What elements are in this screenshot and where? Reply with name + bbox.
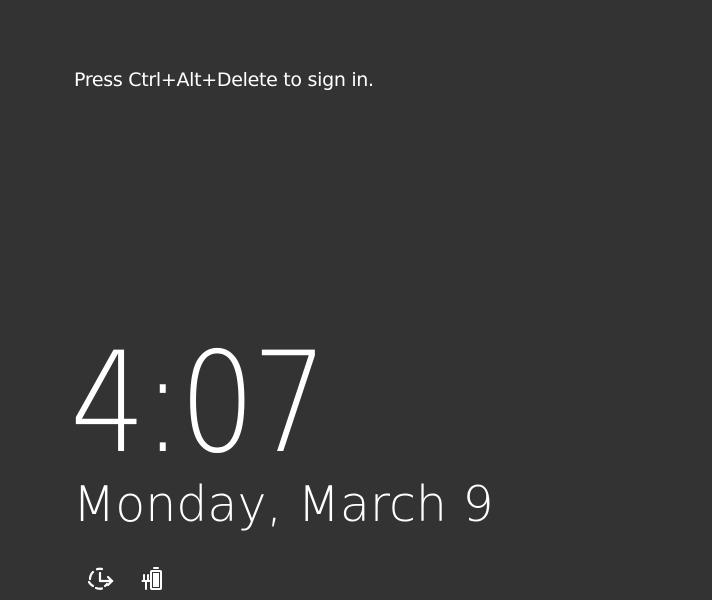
- sign-in-hint: Press Ctrl+Alt+Delete to sign in.: [74, 69, 374, 91]
- battery-charging-icon[interactable]: [138, 563, 170, 595]
- status-icons: [84, 563, 170, 595]
- lock-screen[interactable]: Press Ctrl+Alt+Delete to sign in. 4:07 M…: [0, 0, 712, 600]
- clock-date: Monday, March 9: [73, 476, 494, 533]
- clock-time: 4:07: [70, 322, 328, 484]
- network-icon[interactable]: [84, 563, 116, 595]
